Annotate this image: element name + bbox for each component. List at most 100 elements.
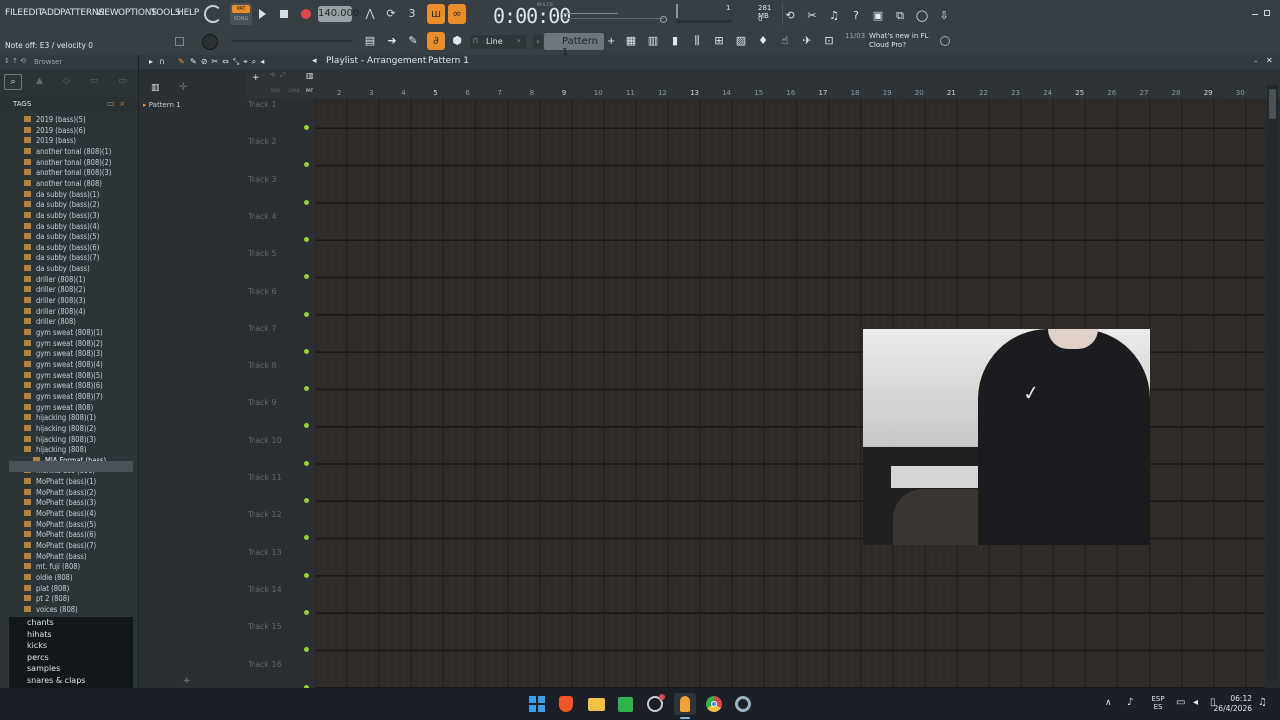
- volume-icon[interactable]: ◂: [1193, 697, 1198, 708]
- pattern-add-icon[interactable]: ✛: [179, 82, 187, 93]
- browser-item[interactable]: plat (808): [24, 584, 69, 594]
- browser-item[interactable]: da subby (bass): [24, 264, 90, 274]
- pattern-selector[interactable]: Pattern 1: [544, 33, 604, 58]
- browser-arrows-icon[interactable]: ↕ ↑ ⟲: [4, 57, 26, 65]
- browser-item[interactable]: another tonal (808)(1): [24, 147, 111, 157]
- piano-icon[interactable]: ▮: [667, 33, 683, 49]
- track-label[interactable]: Track 11: [248, 473, 282, 482]
- track-label[interactable]: Track 9: [248, 398, 277, 407]
- track-mute-icon[interactable]: [304, 162, 309, 168]
- browser-item[interactable]: MoPhatt (bass)(3): [24, 498, 96, 508]
- browser-item[interactable]: mt. fuji (808): [24, 562, 80, 572]
- browser-item[interactable]: 2019 (bass)(5): [24, 115, 86, 125]
- menu-edit[interactable]: EDIT: [23, 8, 43, 18]
- playlist-scrollbar[interactable]: [1267, 85, 1278, 681]
- menu-add[interactable]: ADD: [41, 8, 61, 18]
- track-label[interactable]: Track 12: [248, 510, 282, 519]
- record-icon[interactable]: [301, 9, 311, 19]
- add-pattern-icon[interactable]: +: [607, 36, 615, 47]
- channel-rack-icon[interactable]: ⊞: [711, 33, 727, 49]
- browser-folder[interactable]: snares & claps: [9, 676, 133, 687]
- language-indicator[interactable]: ESP ES: [1150, 695, 1166, 711]
- browser-folder[interactable]: chants: [9, 618, 133, 629]
- playlist-icon[interactable]: ▦: [623, 33, 639, 49]
- hint-panel-icon[interactable]: [175, 37, 184, 46]
- play-icon[interactable]: [259, 9, 266, 19]
- fl-studio-icon[interactable]: [674, 693, 696, 715]
- browser-item[interactable]: driller (808)(3): [24, 296, 85, 306]
- step-edit-icon[interactable]: ш: [427, 4, 445, 24]
- track-label[interactable]: Track 4: [248, 212, 277, 221]
- browser-item[interactable]: gym sweat (808)(1): [24, 328, 103, 338]
- browser-item[interactable]: da subby (bass)(5): [24, 232, 99, 242]
- browser-item[interactable]: gym sweat (808)(6): [24, 381, 103, 391]
- browser-item[interactable]: another tonal (808)(3): [24, 168, 111, 178]
- browser-item[interactable]: 2019 (bass)(6): [24, 126, 86, 136]
- browser-item[interactable]: MoPhatt (bass)(4): [24, 509, 96, 519]
- step-sequencer-icon[interactable]: ▥: [645, 33, 661, 49]
- menu-help[interactable]: HELP: [177, 8, 199, 18]
- download-icon[interactable]: ⇩: [936, 8, 952, 24]
- wait-input-icon[interactable]: ⟳: [383, 6, 399, 22]
- master-pitch-slider[interactable]: [562, 18, 664, 19]
- refresh-icon[interactable]: ⟲: [782, 8, 798, 24]
- loop-record-icon[interactable]: ∞: [448, 4, 466, 24]
- pattern-list-item[interactable]: ▸ Pattern 1: [143, 101, 233, 111]
- tempo-display[interactable]: 140.000: [318, 6, 359, 22]
- browser-item[interactable]: gym sweat (808)(2): [24, 339, 103, 349]
- track-label[interactable]: Track 13: [248, 548, 282, 557]
- browser-item[interactable]: driller (808)(2): [24, 285, 85, 295]
- track-mute-icon[interactable]: [304, 311, 309, 317]
- browser-item[interactable]: hijacking (808)(2): [24, 424, 96, 434]
- browser-item[interactable]: MoPhatt (bass): [24, 552, 87, 562]
- mixer-icon[interactable]: ⫼: [689, 33, 705, 49]
- browser-item[interactable]: MoPhatt (bass)(5): [24, 520, 96, 530]
- browser-item[interactable]: MoPhatt (bass)(6): [24, 530, 96, 540]
- browser-item[interactable]: da subby (bass)(7): [24, 253, 99, 263]
- arrow-right-icon[interactable]: ➜: [384, 33, 400, 49]
- pencil-tool-icon[interactable]: ✎: [405, 33, 421, 49]
- help-icon[interactable]: ?: [848, 8, 864, 24]
- browser-item[interactable]: hijacking (808): [24, 445, 87, 455]
- track-label[interactable]: Track 1: [248, 100, 277, 109]
- browser-folder[interactable]: percs: [9, 653, 133, 664]
- main-volume-knob[interactable]: [202, 34, 218, 50]
- piano-roll-icon[interactable]: ▤: [362, 33, 378, 49]
- browser-item[interactable]: voices (808): [24, 605, 78, 615]
- browser-item[interactable]: da subby (bass)(2): [24, 200, 99, 210]
- browser-search-icon[interactable]: ⌕: [4, 74, 22, 90]
- track-mute-icon[interactable]: [304, 348, 309, 354]
- track-mute-icon[interactable]: [304, 236, 309, 242]
- track-mute-icon[interactable]: [304, 274, 309, 280]
- browser-item[interactable]: da subby (bass)(3): [24, 211, 99, 221]
- track-mute-icon[interactable]: [304, 125, 309, 130]
- track-label[interactable]: Track 6: [248, 287, 277, 296]
- touch-icon[interactable]: ☝: [777, 33, 793, 49]
- browser-item[interactable]: gym sweat (808)(5): [24, 371, 103, 381]
- track-mute-icon[interactable]: [304, 535, 309, 541]
- maximize-icon[interactable]: [1264, 10, 1270, 16]
- menu-tools[interactable]: TOOLS: [151, 8, 181, 18]
- record-countdown-icon[interactable]: [204, 5, 222, 23]
- track-mute-icon[interactable]: [304, 647, 309, 653]
- ableton-live-icon[interactable]: [618, 697, 633, 712]
- browser-item[interactable]: gym sweat (808)(7): [24, 392, 103, 402]
- track-mute-icon[interactable]: [304, 386, 309, 392]
- browser-folder[interactable]: hihats: [9, 630, 133, 641]
- browser-item[interactable]: gym sweat (808): [24, 403, 93, 413]
- pattern-prev-icon[interactable]: ›: [533, 35, 543, 49]
- pattern-picker-icon[interactable]: ▥: [151, 83, 160, 93]
- playlist-play-icon[interactable]: ▸: [149, 57, 153, 66]
- tag-search-icon[interactable]: ⌕: [120, 99, 124, 109]
- timeline-ruler[interactable]: 2 3 4 5 6 7 8 9 10 11 12 13 14 15 16 17 18 19 20 21 22 23 24 25…: [246, 55, 1280, 99]
- browser-icon[interactable]: ▨: [733, 33, 749, 49]
- stop-icon[interactable]: [280, 10, 288, 18]
- browser-item[interactable]: da subby (bass)(6): [24, 243, 99, 253]
- browser-item[interactable]: MoPhatt (bass)(2): [24, 488, 96, 498]
- magnet-snap-icon[interactable]: ∩: [159, 57, 165, 66]
- browser-folder[interactable]: kicks: [9, 641, 133, 652]
- track-label[interactable]: Track 2: [248, 137, 277, 146]
- notifications-icon[interactable]: ♫: [1258, 697, 1267, 708]
- browser-item[interactable]: gym sweat (808)(4): [24, 360, 103, 370]
- save-icon[interactable]: ▣: [870, 8, 886, 24]
